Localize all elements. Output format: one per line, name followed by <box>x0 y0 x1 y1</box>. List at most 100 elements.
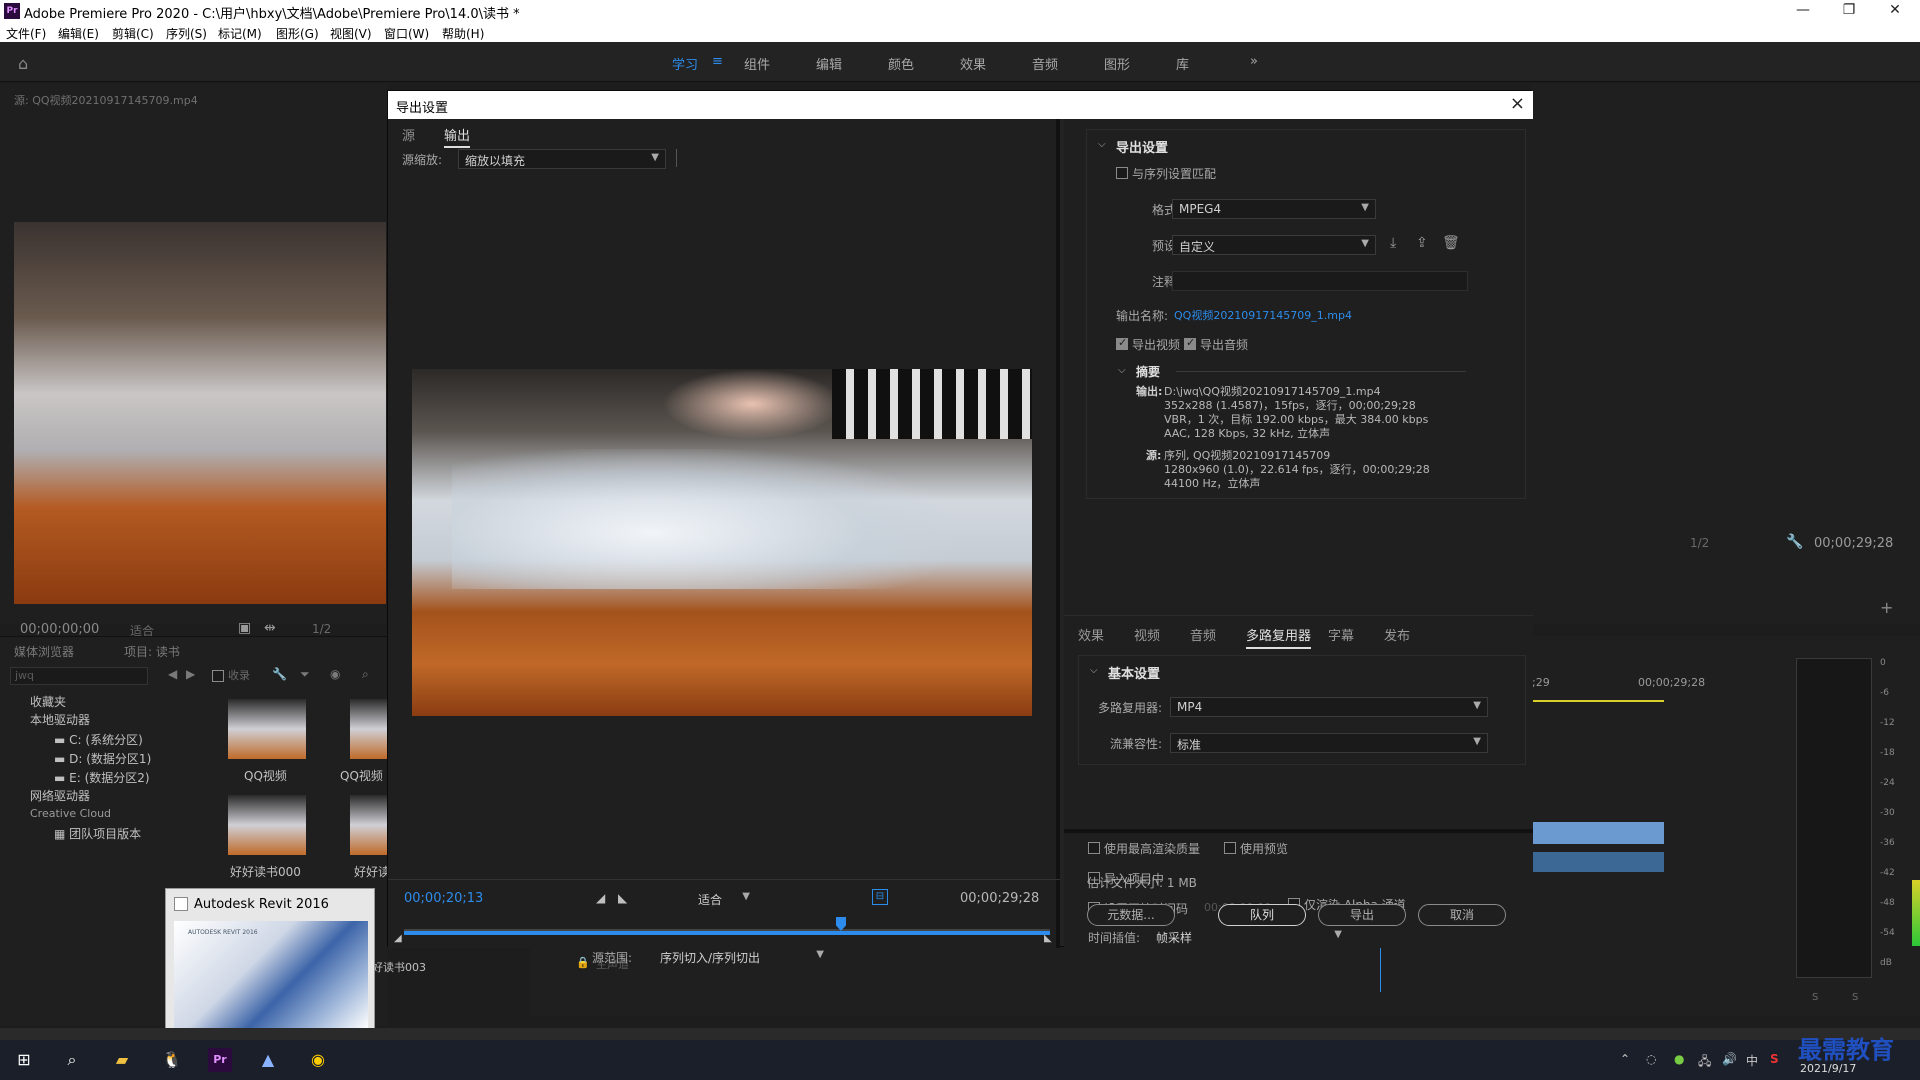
cancel-button[interactable]: 取消 <box>1418 904 1506 926</box>
work-area-bar[interactable] <box>1532 700 1664 702</box>
workspace-editing[interactable]: 编辑 <box>816 54 842 73</box>
media-thumbnail[interactable] <box>228 795 306 855</box>
menu-help[interactable]: 帮助(H) <box>442 25 484 42</box>
tree-drive-e[interactable]: ▬ E: (数据分区2) <box>54 769 150 786</box>
export-button[interactable]: 导出 <box>1318 904 1406 926</box>
comment-input[interactable] <box>1172 271 1468 291</box>
in-point-marker[interactable]: ◢ <box>394 933 402 944</box>
output-name-link[interactable]: QQ视频20210917145709_1.mp4 <box>1174 307 1352 323</box>
filter-icon[interactable]: ⏷ <box>300 667 310 682</box>
tree-drive-d[interactable]: ▬ D: (数据分区1) <box>54 750 151 767</box>
current-timecode[interactable]: 00;00;20;13 <box>404 891 483 906</box>
eye-icon[interactable]: ◉ <box>330 667 340 681</box>
workspace-menu-icon[interactable]: ≡ <box>712 54 723 69</box>
premiere-taskbar-icon[interactable]: Pr <box>208 1048 232 1072</box>
ingest-checkbox[interactable] <box>212 670 224 682</box>
tab-publish[interactable]: 发布 <box>1384 625 1410 644</box>
chrome-icon[interactable]: ◉ <box>306 1048 330 1072</box>
save-preset-icon[interactable]: ⤓ <box>1390 235 1396 251</box>
tab-multiplexer[interactable]: 多路复用器 <box>1246 625 1312 649</box>
set-in-point-icon[interactable]: ◢ <box>596 891 605 905</box>
out-point-marker[interactable]: ◣ <box>1044 933 1052 944</box>
solo-left-button[interactable]: S <box>1812 992 1818 1003</box>
sogou-icon[interactable]: S <box>1770 1052 1779 1066</box>
workspace-graphics[interactable]: 图形 <box>1104 54 1130 73</box>
security-icon[interactable]: ● <box>1674 1052 1684 1066</box>
workspace-effects[interactable]: 效果 <box>960 54 986 73</box>
workspace-color[interactable]: 颜色 <box>888 54 914 73</box>
back-arrow-icon[interactable]: ◀ <box>168 667 177 681</box>
delete-preset-icon[interactable]: 🗑 <box>1442 235 1460 251</box>
lock-icon[interactable]: 🔒 <box>576 956 590 969</box>
settings-wrench-icon[interactable]: 🔧 <box>1786 534 1803 550</box>
ime-indicator[interactable]: 中 <box>1746 1052 1758 1069</box>
solo-right-button[interactable]: S <box>1852 992 1858 1003</box>
menu-view[interactable]: 视图(V) <box>330 25 372 42</box>
source-monitor-title[interactable]: 源: QQ视频20210917145709.mp4 <box>14 92 198 108</box>
tab-output[interactable]: 输出 <box>444 125 471 148</box>
tree-favorites[interactable]: 收藏夹 <box>30 693 66 710</box>
workspace-assembly[interactable]: 组件 <box>744 54 770 73</box>
tree-drive-c[interactable]: ▬ C: (系统分区) <box>54 731 143 748</box>
notification-icon[interactable]: ◌ <box>1646 1052 1656 1066</box>
search-icon[interactable]: ⌕ <box>362 667 369 682</box>
tab-audio[interactable]: 音频 <box>1190 625 1216 644</box>
search-icon[interactable]: ⌕ <box>60 1048 84 1072</box>
minimize-button[interactable]: — <box>1780 0 1826 22</box>
crop-icon[interactable]: ⊟ <box>872 889 888 905</box>
collapse-chevron-icon[interactable]: ⌵ <box>1090 665 1098 676</box>
workspace-learning[interactable]: 学习 <box>672 54 698 73</box>
tab-project[interactable]: 项目: 读书 <box>124 643 180 660</box>
tab-captions[interactable]: 字幕 <box>1328 625 1354 644</box>
menu-clip[interactable]: 剪辑(C) <box>112 25 154 42</box>
source-range-select[interactable]: 序列切入/序列切出 ▼ <box>654 947 830 967</box>
workspace-more-icon[interactable]: » <box>1250 54 1258 69</box>
qq-icon[interactable]: 🐧 <box>160 1048 184 1072</box>
fit-select[interactable]: 适合 ▼ <box>692 889 756 909</box>
metadata-button[interactable]: 元数据... <box>1087 904 1175 926</box>
menu-graphics[interactable]: 图形(G) <box>276 25 319 42</box>
export-video-checkbox[interactable] <box>1116 336 1128 350</box>
tree-creative-cloud[interactable]: Creative Cloud <box>30 807 111 820</box>
workspace-libraries[interactable]: 库 <box>1176 54 1189 73</box>
export-audio-checkbox[interactable] <box>1184 336 1196 350</box>
home-icon[interactable]: ⌂ <box>18 54 36 73</box>
format-select[interactable]: MPEG4 ▼ <box>1172 199 1376 219</box>
tab-video[interactable]: 视频 <box>1134 625 1160 644</box>
volume-icon[interactable]: 🔊 <box>1722 1052 1737 1066</box>
network-icon[interactable]: 🖧 <box>1698 1052 1711 1073</box>
menu-window[interactable]: 窗口(W) <box>384 25 429 42</box>
video-clip[interactable] <box>1532 822 1664 844</box>
close-window-button[interactable]: ✕ <box>1872 0 1918 22</box>
forward-arrow-icon[interactable]: ▶ <box>186 667 195 681</box>
maximize-button[interactable]: ❐ <box>1826 0 1872 22</box>
workspace-audio[interactable]: 音频 <box>1032 54 1058 73</box>
match-sequence-checkbox[interactable] <box>1116 167 1128 179</box>
media-thumbnail[interactable] <box>228 699 306 759</box>
multiplexer-select[interactable]: MP4 ▼ <box>1170 697 1488 717</box>
export-frame-icon[interactable]: ▣ <box>238 620 251 636</box>
time-interpolation-select[interactable]: 帧采样 ▼ <box>1150 927 1348 947</box>
wrench-icon[interactable]: 🔧 <box>272 667 287 681</box>
source-resolution-select[interactable]: 1/2 <box>312 622 331 636</box>
media-search-input[interactable]: jwq <box>10 667 148 685</box>
tree-team-projects[interactable]: ▦ 团队项目版本 <box>54 825 141 842</box>
media-thumbnail[interactable] <box>350 699 388 759</box>
program-resolution-select[interactable]: 1/2 <box>1690 536 1709 550</box>
tab-media-browser[interactable]: 媒体浏览器 <box>14 643 74 660</box>
tray-chevron-icon[interactable]: ⌃ <box>1620 1052 1630 1066</box>
tree-network-drives[interactable]: 网络驱动器 <box>30 787 90 804</box>
use-previews-checkbox[interactable] <box>1224 842 1236 854</box>
menu-file[interactable]: 文件(F) <box>6 25 46 42</box>
program-timecode[interactable]: 00;00;29;28 <box>1814 536 1893 551</box>
max-render-quality-checkbox[interactable] <box>1088 842 1100 854</box>
collapse-chevron-icon[interactable]: ⌵ <box>1098 139 1106 150</box>
queue-button[interactable]: 队列 <box>1218 904 1306 926</box>
windows-start-icon[interactable]: ⊞ <box>12 1048 36 1072</box>
file-explorer-icon[interactable]: ▰ <box>110 1048 134 1072</box>
import-preset-icon[interactable]: ⇪ <box>1416 235 1428 251</box>
menu-edit[interactable]: 编辑(E) <box>58 25 99 42</box>
menu-marker[interactable]: 标记(M) <box>218 25 262 42</box>
tab-effects[interactable]: 效果 <box>1078 625 1104 644</box>
dialog-close-button[interactable]: × <box>1510 93 1525 114</box>
